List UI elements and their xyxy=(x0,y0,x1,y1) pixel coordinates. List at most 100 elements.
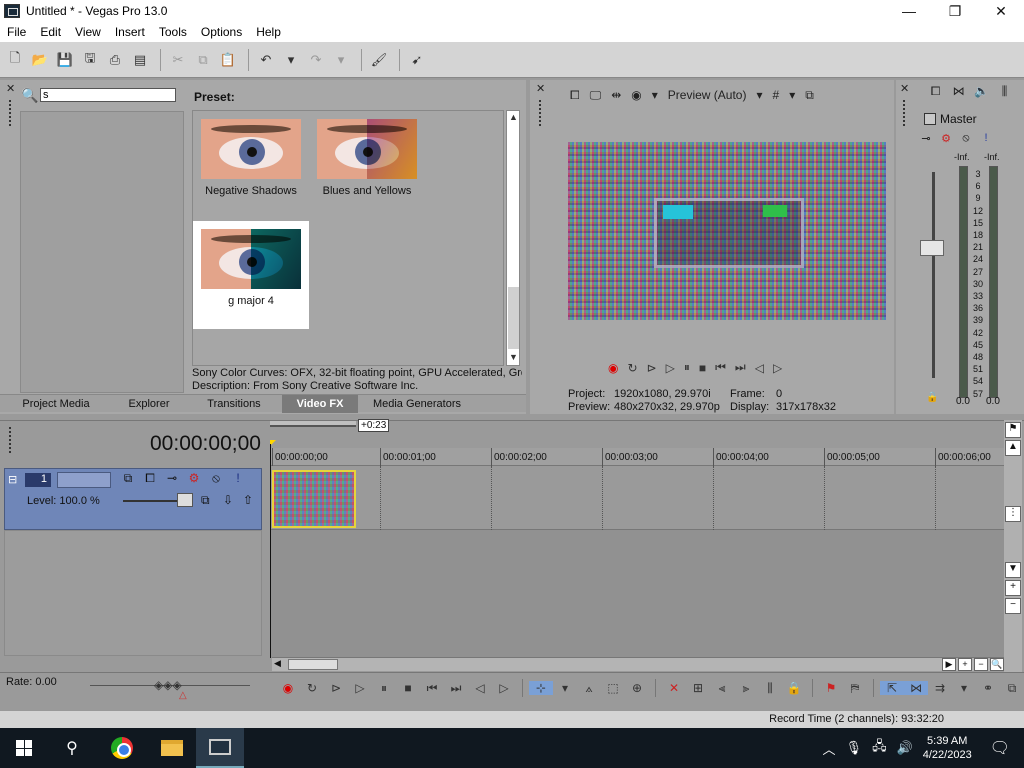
playhead-cursor[interactable] xyxy=(270,444,271,658)
master-fx-icon[interactable]: ⚙ xyxy=(936,132,956,145)
next-frame-icon[interactable]: ▷ xyxy=(773,361,782,375)
zoom-edit-tool-icon[interactable]: ⊕ xyxy=(625,681,649,695)
track-level-slider[interactable] xyxy=(177,493,193,507)
tab-transitions[interactable]: Transitions xyxy=(186,395,282,413)
tab-project-media[interactable]: Project Media xyxy=(0,395,112,413)
auto-crossfade-icon[interactable]: ⋈ xyxy=(904,681,928,695)
paste-icon[interactable]: 📋 xyxy=(217,49,239,71)
tab-video-fx[interactable]: Video FX xyxy=(282,395,358,413)
overlays-dropdown-icon[interactable]: ▾ xyxy=(652,88,658,102)
split-screen-icon[interactable]: ⇹ xyxy=(611,88,621,102)
edit-tool-dropdown-icon[interactable]: ▾ xyxy=(553,681,577,695)
horizontal-scroll-thumb[interactable] xyxy=(288,659,338,670)
search-taskbar-button[interactable]: ⚲ xyxy=(48,728,96,768)
timeline-horizontal-scrollbar[interactable]: ◀ ▶ + − 🔍 xyxy=(272,657,1004,671)
vegas-taskbar-button[interactable] xyxy=(196,728,244,768)
properties-icon[interactable]: ▤ xyxy=(129,49,151,71)
close-button[interactable]: ✕ xyxy=(978,0,1024,22)
close-panel-icon[interactable]: ✕ xyxy=(6,82,15,95)
scroll-up-icon[interactable]: ▲ xyxy=(1005,440,1021,456)
timeline-area[interactable] xyxy=(270,466,1004,658)
redo-icon[interactable]: ↷ xyxy=(305,49,327,71)
video-event-clip[interactable] xyxy=(272,470,356,528)
scroll-thumb[interactable] xyxy=(508,287,519,349)
volume-icon[interactable]: 🔊 xyxy=(897,740,913,756)
ignore-grouping-icon[interactable]: ⧉ xyxy=(1000,681,1024,696)
help-pointer-icon[interactable]: ➹ xyxy=(406,49,428,71)
preset-thumb-blues-and-yellows[interactable]: Blues and Yellows xyxy=(309,111,425,221)
close-panel-icon[interactable]: ✕ xyxy=(536,82,545,95)
loop-icon[interactable]: ↻ xyxy=(627,361,637,375)
trim-icon[interactable]: ⊞ xyxy=(686,681,710,695)
trim-start-icon[interactable]: ⫷ xyxy=(710,681,734,696)
redo-dropdown-icon[interactable]: ▾ xyxy=(330,49,352,71)
solo-icon[interactable]: ! xyxy=(227,471,249,486)
snapping-icon[interactable]: ⇱ xyxy=(880,681,904,695)
copy-icon[interactable]: ⧉ xyxy=(192,49,214,71)
trim-end-icon[interactable]: ⫸ xyxy=(734,681,758,696)
go-to-end-icon[interactable]: ⏭ xyxy=(444,681,468,696)
scroll-down-icon[interactable]: ▼ xyxy=(508,352,519,364)
menu-tools[interactable]: Tools xyxy=(152,25,194,39)
panel-grip[interactable] xyxy=(9,427,12,453)
record-icon[interactable]: ◉ xyxy=(608,361,618,375)
overlays-icon[interactable]: ◉ xyxy=(631,88,641,102)
ripple-edit-icon[interactable]: ⇉ xyxy=(928,681,952,695)
collapse-track-icon[interactable]: ⊟ xyxy=(8,473,17,486)
fx-tree[interactable] xyxy=(20,111,184,393)
brush-icon[interactable]: 🖌 xyxy=(368,49,390,71)
panel-grip[interactable] xyxy=(539,100,542,126)
insert-marker-icon[interactable]: ⚑ xyxy=(819,681,843,695)
stop-icon[interactable]: ■ xyxy=(699,361,706,375)
menu-file[interactable]: File xyxy=(0,25,33,39)
meter-options-icon[interactable]: ⫼ xyxy=(993,84,1016,99)
close-panel-icon[interactable]: ✕ xyxy=(900,82,909,95)
split-icon[interactable]: ⫼ xyxy=(758,681,782,696)
panel-grip[interactable] xyxy=(9,100,12,126)
menu-edit[interactable]: Edit xyxy=(33,25,68,39)
bus-pan-icon[interactable]: ⊸ xyxy=(916,132,936,145)
composite-icon[interactable]: ⧉ xyxy=(201,493,210,508)
parent-down-icon[interactable]: ⇩ xyxy=(223,493,233,507)
rate-slider-handle[interactable]: ◈◈◈ xyxy=(154,678,182,692)
panel-grip[interactable] xyxy=(903,100,906,126)
go-to-end-icon[interactable]: ⏭ xyxy=(735,360,746,375)
mixer-properties-icon[interactable]: ⧠ xyxy=(924,84,947,99)
preview-quality-select[interactable]: Preview (Auto) xyxy=(668,88,747,102)
clock[interactable]: 5:39 AM 4/22/2023 xyxy=(923,734,972,762)
scroll-down-icon[interactable]: ▼ xyxy=(1005,562,1021,578)
save-icon[interactable]: 💾 xyxy=(54,49,76,71)
zoom-in-vertical-icon[interactable]: + xyxy=(1005,580,1021,596)
master-fader-handle[interactable] xyxy=(920,240,944,256)
play-from-start-icon[interactable]: ⊳ xyxy=(324,681,348,695)
go-to-start-icon[interactable]: ⏮ xyxy=(715,360,726,375)
start-button[interactable] xyxy=(0,728,48,768)
lock-envelopes-icon[interactable]: ⚭ xyxy=(976,681,1000,695)
master-solo-icon[interactable]: ! xyxy=(976,132,996,145)
next-frame-icon[interactable]: ▷ xyxy=(492,681,516,695)
timeline-scroll-thumb[interactable]: ⋮ xyxy=(1005,506,1021,522)
save-as-icon[interactable]: 🖫 xyxy=(79,49,101,71)
record-icon[interactable]: ◉ xyxy=(276,681,300,695)
go-to-start-icon[interactable]: ⏮ xyxy=(420,681,444,696)
microphone-icon[interactable]: 🎙 xyxy=(846,740,863,756)
timeline-vertical-scrollbar[interactable]: ⚑ ▲ ⋮ ▼ + − xyxy=(1004,420,1022,672)
track-fx-icon[interactable]: ⚙ xyxy=(183,471,205,486)
preview-quality-dropdown-icon[interactable]: ▾ xyxy=(756,88,762,102)
scroll-left-icon[interactable]: ◀ xyxy=(274,658,281,669)
preset-scrollbar[interactable]: ▲ ▼ xyxy=(506,110,520,366)
loop-region-bar[interactable] xyxy=(270,421,356,427)
preset-thumb-g-major-4[interactable]: g major 4 xyxy=(193,221,309,329)
undo-icon[interactable]: ↶ xyxy=(255,49,277,71)
track-name-field[interactable] xyxy=(57,472,111,488)
open-icon[interactable]: 📂 xyxy=(29,49,51,71)
zoom-out-vertical-icon[interactable]: − xyxy=(1005,598,1021,614)
copy-snapshot-icon[interactable]: ⧉ xyxy=(805,88,814,103)
network-icon[interactable]: 🖧 xyxy=(872,737,887,759)
new-icon[interactable]: 🗋 xyxy=(4,49,26,71)
insert-region-icon[interactable]: ⛿ xyxy=(843,681,867,696)
play-from-start-icon[interactable]: ⊳ xyxy=(647,361,657,375)
lock-icon[interactable]: 🔒 xyxy=(782,681,806,695)
ripple-dropdown-icon[interactable]: ▾ xyxy=(952,681,976,695)
menu-view[interactable]: View xyxy=(68,25,108,39)
